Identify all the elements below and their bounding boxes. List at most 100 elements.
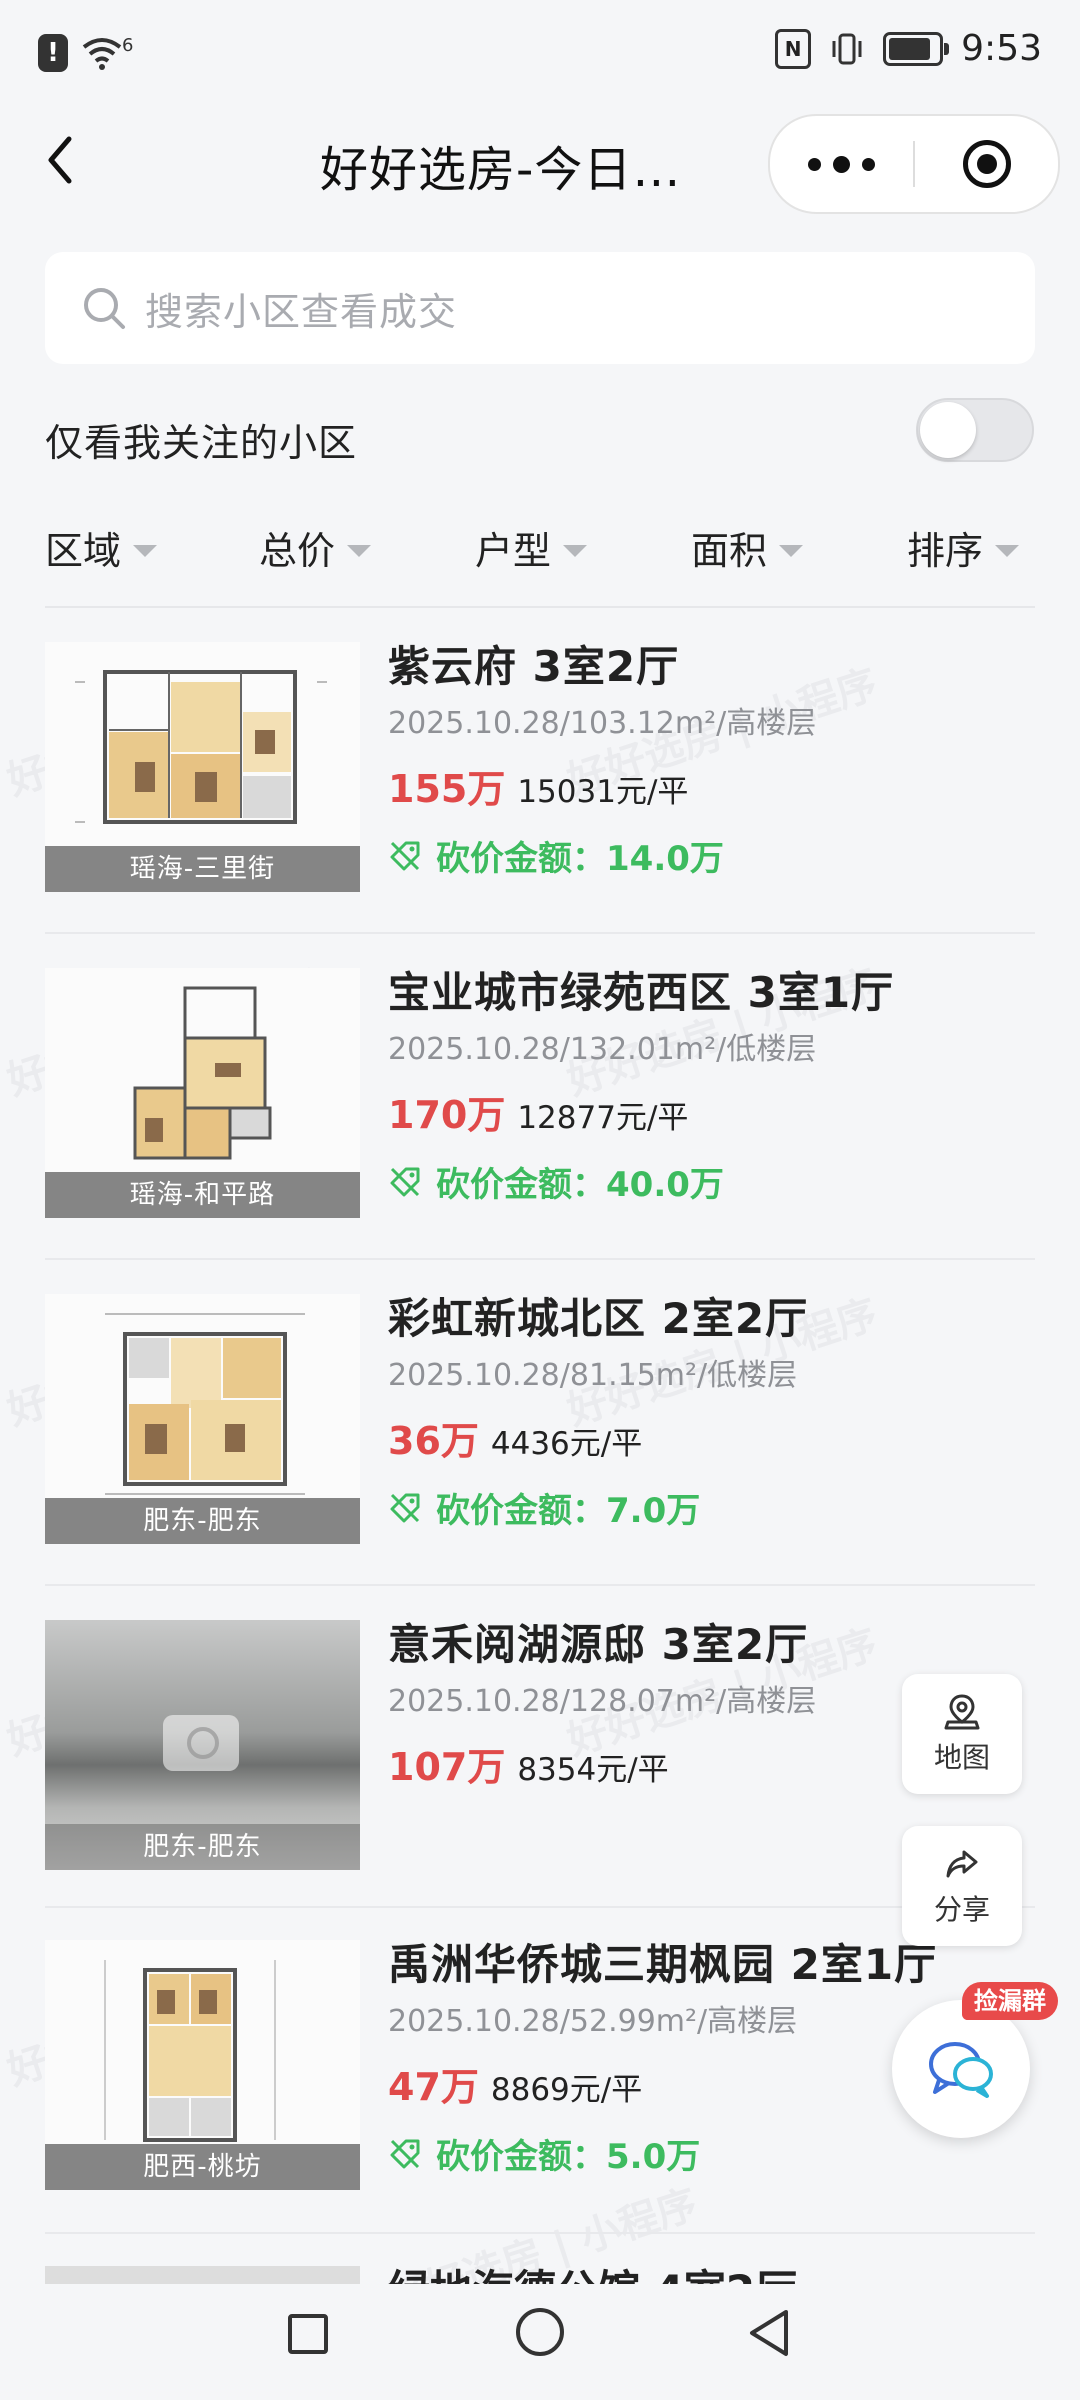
bargain-value: 14.0万 bbox=[606, 839, 724, 879]
listing-date: 2025.10.28 bbox=[388, 1032, 560, 1067]
listing-title: 彩虹新城北区 2室2厅 bbox=[388, 1294, 809, 1343]
listing-location: 瑶海-三里街 bbox=[45, 846, 360, 892]
map-label: 地图 bbox=[933, 1741, 990, 1774]
toggle-knob bbox=[920, 402, 976, 458]
listing-total-price: 36万 bbox=[388, 1419, 479, 1463]
listing-area: 52.99m² bbox=[569, 2004, 698, 2039]
map-button[interactable]: 地图 bbox=[902, 1674, 1022, 1794]
listing-floor: 高楼层 bbox=[726, 706, 817, 741]
bargain-label: 砍价金额： bbox=[436, 1165, 606, 1205]
listing-card[interactable]: 瑶海-三里街 紫云府 3室2厅 2025.10.28/103.12m²/高楼层 … bbox=[45, 642, 1035, 968]
bargain-label: 砍价金额： bbox=[436, 2137, 606, 2177]
listing-total-price: 47万 bbox=[388, 2065, 479, 2109]
listing-unit-price: 15031元/平 bbox=[517, 774, 689, 810]
listing-unit-price: 4436元/平 bbox=[490, 1426, 643, 1462]
listing-title: 宝业城市绿苑西区 3室1厅 bbox=[388, 968, 895, 1017]
close-miniprogram-button[interactable] bbox=[915, 116, 1058, 212]
nfc-icon: N bbox=[775, 28, 812, 69]
listing-area: 132.01m² bbox=[569, 1032, 717, 1067]
price-tag-icon bbox=[390, 841, 420, 870]
listing-meta: 2025.10.28/81.15m²/低楼层 bbox=[388, 1358, 798, 1393]
listing-floor: 低楼层 bbox=[726, 1032, 817, 1067]
bargain-amount: 砍价金额： 14.0万 bbox=[388, 831, 1035, 880]
bargain-label: 砍价金额： bbox=[436, 1491, 606, 1531]
back-arrow-icon bbox=[48, 136, 72, 184]
caret-down-icon bbox=[347, 544, 372, 557]
camera-icon bbox=[163, 1715, 239, 1771]
floorplan-image bbox=[105, 1313, 305, 1495]
listing-unit-price: 8354元/平 bbox=[517, 1752, 669, 1788]
listing-card[interactable]: 肥东-肥东 彩虹新城北区 2室2厅 2025.10.28/81.15m²/低楼层… bbox=[45, 1294, 1035, 1620]
listing-thumbnail: 肥西-桃坊 bbox=[45, 1940, 360, 2190]
app-screen: 好好选房 | 小程序 好好选房 | 小程序 好好选房 | 小程序 好好选房 | … bbox=[0, 0, 1080, 2400]
chat-bubbles-icon bbox=[929, 2042, 993, 2098]
listing-title: 紫云府 3室2厅 bbox=[388, 642, 680, 691]
filter-area[interactable]: 面积 bbox=[691, 520, 804, 575]
divider bbox=[45, 2232, 1035, 2234]
home-button[interactable] bbox=[516, 2308, 564, 2356]
search-icon bbox=[84, 288, 125, 329]
more-dots-icon bbox=[862, 157, 875, 171]
clock: 9:53 bbox=[961, 28, 1042, 69]
follow-filter-toggle[interactable] bbox=[916, 398, 1034, 462]
divider bbox=[45, 1906, 1035, 1908]
filter-total-price[interactable]: 总价 bbox=[259, 520, 372, 575]
listing-title: 绿地海德公馆 4室2厅 bbox=[388, 2266, 797, 2286]
recent-apps-button[interactable] bbox=[288, 2314, 328, 2354]
filter-region[interactable]: 区域 bbox=[45, 520, 158, 575]
map-pin-icon bbox=[944, 1694, 980, 1730]
search-input[interactable]: 搜索小区查看成交 bbox=[45, 252, 1035, 364]
listing-location: 肥西-桃坊 bbox=[45, 2144, 360, 2190]
bargain-amount: 砍价金额： 40.0万 bbox=[388, 1157, 1035, 1206]
share-button[interactable]: 分享 bbox=[902, 1826, 1022, 1946]
bargain-amount: 砍价金额： 5.0万 bbox=[388, 2129, 1035, 2178]
listing-thumbnail: 瑶海-三里街 bbox=[45, 642, 360, 892]
listing-date: 2025.10.28 bbox=[388, 1358, 560, 1393]
listing-date: 2025.10.28 bbox=[388, 706, 560, 741]
title-bar: 好好选房-今日… bbox=[0, 110, 1080, 214]
listing-card[interactable]: 肥东-肥东 意禾阅湖源邸 3室2厅 2025.10.28/128.07m²/高楼… bbox=[45, 1620, 1035, 1946]
caret-down-icon bbox=[133, 544, 158, 557]
filter-label: 排序 bbox=[907, 529, 984, 573]
share-icon bbox=[946, 1850, 978, 1878]
listing-area: 103.12m² bbox=[569, 706, 717, 741]
listing-thumbnail: 肥东-肥东 bbox=[45, 1294, 360, 1544]
system-back-button[interactable] bbox=[744, 2306, 794, 2360]
listing-total-price: 155万 bbox=[388, 767, 506, 811]
filter-label: 面积 bbox=[691, 529, 768, 573]
filter-sort[interactable]: 排序 bbox=[907, 520, 1020, 575]
listing-card[interactable]: 肥西-桃坊 禹洲华侨城三期枫园 2室1厅 2025.10.28/52.99m²/… bbox=[45, 1940, 1035, 2266]
chat-group-button[interactable] bbox=[892, 2000, 1030, 2138]
bargain-amount: 砍价金额： 7.0万 bbox=[388, 1483, 1035, 1532]
follow-filter-label: 仅看我关注的小区 bbox=[45, 421, 358, 465]
filter-layout[interactable]: 户型 bbox=[475, 520, 588, 575]
bargain-value: 5.0万 bbox=[606, 2137, 701, 2177]
more-button[interactable] bbox=[770, 116, 913, 212]
caret-down-icon bbox=[995, 544, 1020, 557]
floorplan-image bbox=[104, 1960, 276, 2142]
filter-label: 户型 bbox=[475, 529, 552, 573]
listing-date: 2025.10.28 bbox=[388, 2004, 560, 2039]
system-nav-bar bbox=[0, 2284, 1080, 2400]
listing-floor: 高楼层 bbox=[707, 2004, 798, 2039]
back-button[interactable] bbox=[30, 128, 90, 192]
status-bar: ! 6 N 9:53 bbox=[0, 0, 1080, 110]
mini-program-capsule bbox=[768, 114, 1060, 214]
alert-icon: ! bbox=[38, 34, 68, 72]
listing-card[interactable]: 瑶海-和平路 宝业城市绿苑西区 3室1厅 2025.10.28/132.01m²… bbox=[45, 968, 1035, 1294]
listing-thumbnail: 瑶海-和平路 bbox=[45, 968, 360, 1218]
share-label: 分享 bbox=[933, 1893, 990, 1926]
listing-meta: 2025.10.28/103.12m²/高楼层 bbox=[388, 706, 817, 741]
listing-floor: 低楼层 bbox=[707, 1358, 798, 1393]
listing-meta: 2025.10.28/132.01m²/低楼层 bbox=[388, 1032, 817, 1067]
listing-card-partial[interactable]: 绿地海德公馆 4室2厅 bbox=[45, 2266, 1035, 2286]
listing-floor: 高楼层 bbox=[726, 1684, 817, 1719]
listing-area: 81.15m² bbox=[569, 1358, 698, 1393]
listing-area: 128.07m² bbox=[569, 1684, 717, 1719]
listing-thumbnail: 肥东-肥东 bbox=[45, 1620, 360, 1870]
divider bbox=[45, 1584, 1035, 1586]
bargain-value: 7.0万 bbox=[606, 1491, 701, 1531]
vibrate-icon bbox=[829, 32, 865, 66]
listing-unit-price: 12877元/平 bbox=[517, 1100, 689, 1136]
chat-group-badge: 捡漏群 bbox=[962, 1982, 1058, 2020]
